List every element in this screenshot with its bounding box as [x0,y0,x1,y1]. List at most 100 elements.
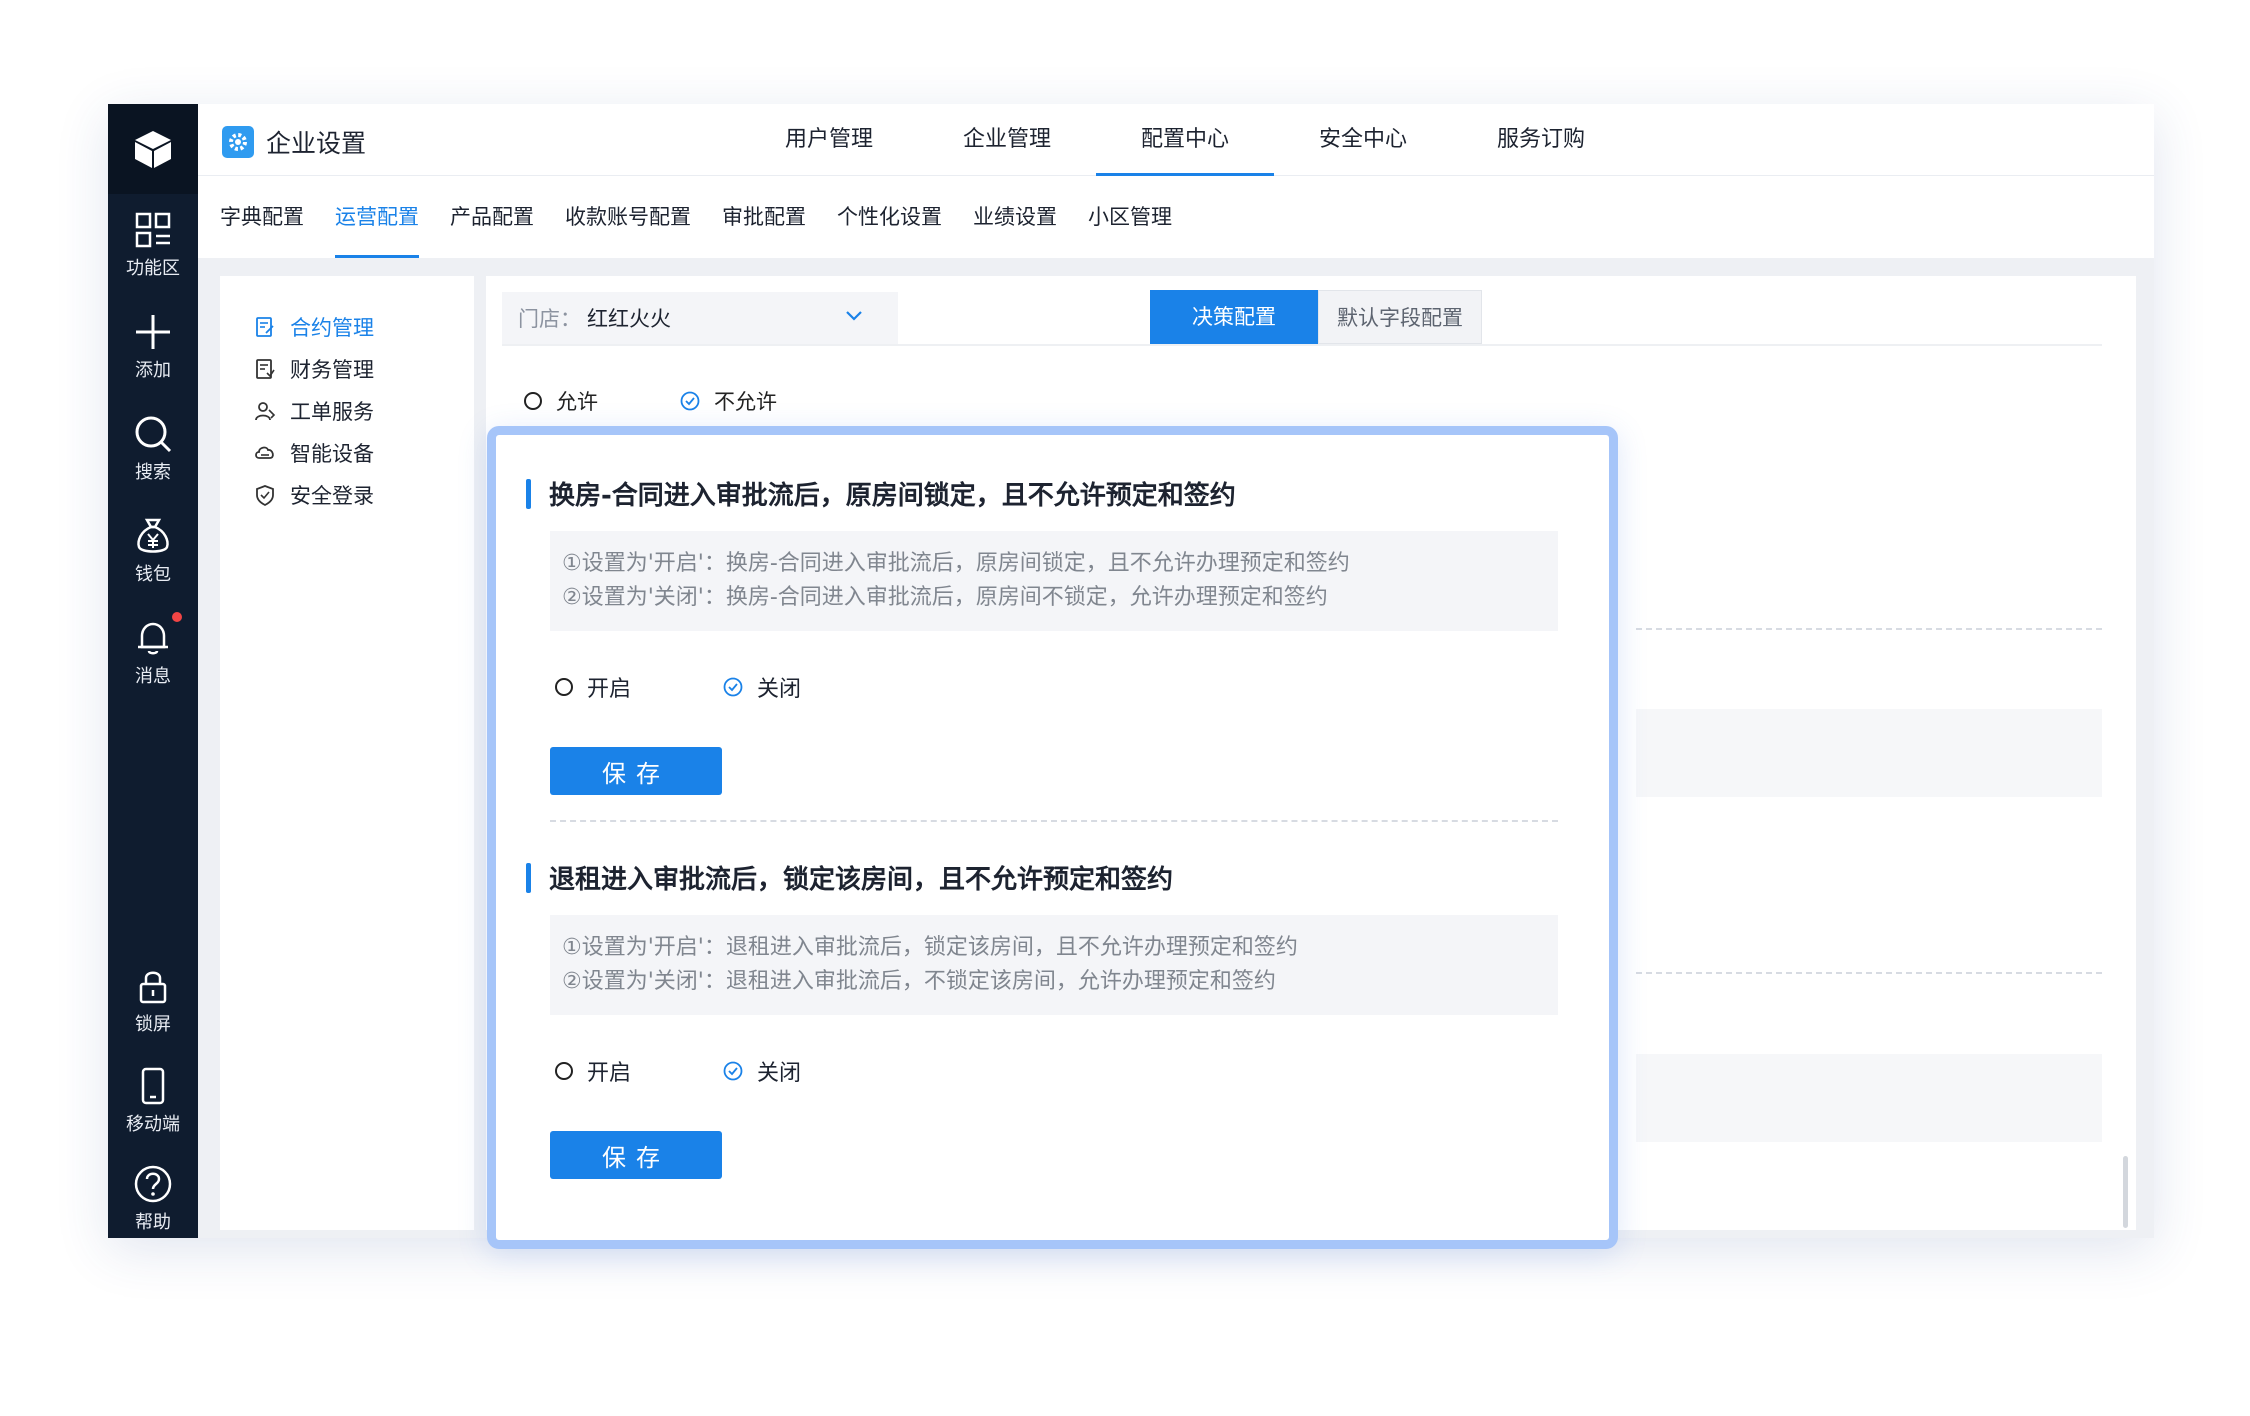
menu-contract-management[interactable]: 合约管理 [254,312,374,342]
menu-label: 工单服务 [290,400,374,424]
rail-item-mobile[interactable]: 移动端 [108,1066,198,1136]
radio-empty-icon [555,1062,573,1080]
tab-product-config[interactable]: 产品配置 [450,176,534,258]
top-nav: 用户管理 企业管理 配置中心 安全中心 服务订购 [740,104,1630,176]
menu-finance-management[interactable]: 财务管理 [254,354,374,384]
radio-on-label: 开启 [587,677,632,702]
section-description: ①设置为'开启'：换房-合同进入审批流后，原房间锁定，且不允许办理预定和签约 ②… [550,531,1558,631]
menu-work-order-service[interactable]: 工单服务 [254,396,374,426]
desc-line-1: ①设置为'开启'：换房-合同进入审批流后，原房间锁定，且不允许办理预定和签约 [562,551,1350,576]
tab-approval-config[interactable]: 审批配置 [722,176,806,258]
mobile-icon [141,1067,165,1105]
desc-line-2: ②设置为'关闭'：换房-合同进入审批流后，原房间不锁定，允许办理预定和签约 [562,585,1328,610]
store-select[interactable]: 门店： 红红火火 [502,292,898,344]
radio-off[interactable]: 关闭 [723,671,801,703]
nav-config-center[interactable]: 配置中心 [1096,104,1274,176]
sub-tab-bar: 字典配置 运营配置 产品配置 收款账号配置 审批配置 个性化设置 业绩设置 小区… [198,176,2154,258]
left-rail: 功能区 添加 搜索 钱包 消息 锁屏 移动端 帮助 [108,104,198,1238]
radio-on[interactable]: 开启 [555,1055,631,1087]
rail-label-add: 添加 [135,360,171,381]
shield-icon [256,485,274,506]
tab-personalization[interactable]: 个性化设置 [837,176,942,258]
background-divider [1636,972,2102,974]
tab-dictionary-config[interactable]: 字典配置 [220,176,304,258]
money-bag-icon [137,518,169,553]
section-title: 换房-合同进入审批流后，原房间锁定，且不允许预定和签约 [526,475,1236,512]
rail-item-functions[interactable]: 功能区 [108,210,198,280]
rail-item-help[interactable]: 帮助 [108,1164,198,1234]
section-radio-group: 开启 关闭 [555,671,801,703]
radio-allow-label: 允许 [556,390,598,414]
section-title: 退租进入审批流后，锁定该房间，且不允许预定和签约 [526,859,1173,896]
radio-deny-label: 不允许 [714,390,777,414]
rail-label-mobile: 移动端 [126,1114,180,1135]
section-divider [550,820,1558,822]
radio-checked-icon [680,391,700,411]
tab-decision-config[interactable]: 决策配置 [1150,290,1318,344]
nav-user-management[interactable]: 用户管理 [740,104,918,176]
radio-on-label: 开启 [587,1061,632,1086]
search-icon [135,416,172,453]
finance-doc-icon [256,359,275,379]
save-button[interactable]: 保存 [550,1131,722,1179]
tab-community-management[interactable]: 小区管理 [1088,176,1172,258]
cube-logo-icon [135,131,171,168]
radio-on[interactable]: 开启 [555,671,631,703]
plus-icon [136,315,170,349]
rail-label-wallet: 钱包 [135,564,171,585]
section-title-text: 换房-合同进入审批流后，原房间锁定，且不允许预定和签约 [549,481,1236,511]
radio-deny[interactable]: 不允许 [680,386,777,416]
app-logo[interactable] [108,104,198,194]
divider [502,344,2102,346]
menu-smart-devices[interactable]: 智能设备 [254,438,374,468]
title-accent-bar [526,478,531,509]
help-icon [134,1165,172,1203]
worker-icon [255,402,276,421]
nav-enterprise-management[interactable]: 企业管理 [918,104,1096,176]
brand: 企业设置 [222,124,366,160]
background-desc-box [1636,1054,2102,1142]
section-description: ①设置为'开启'：退租进入审批流后，锁定该房间，且不允许办理预定和签约 ②设置为… [550,915,1558,1015]
tab-default-field-config[interactable]: 默认字段配置 [1318,290,1482,344]
left-menu: 合约管理 财务管理 工单服务 智能设备 安全登录 [220,276,474,1230]
rail-item-messages[interactable]: 消息 [108,612,198,688]
bell-icon [138,622,168,655]
rail-item-add[interactable]: 添加 [108,312,198,382]
contract-icon [256,317,274,337]
rail-item-search[interactable]: 搜索 [108,414,198,484]
tab-payment-account-config[interactable]: 收款账号配置 [565,176,691,258]
radio-off-label: 关闭 [757,1061,802,1086]
rail-item-wallet[interactable]: 钱包 [108,516,198,586]
rail-label-functions: 功能区 [126,258,180,279]
background-option-row: 允许 不允许 [524,386,777,416]
config-segment: 决策配置 默认字段配置 [1150,290,1482,344]
radio-empty-icon [524,392,542,410]
menu-label: 智能设备 [290,442,374,466]
save-button[interactable]: 保存 [550,747,722,795]
menu-label: 安全登录 [290,484,374,508]
rail-item-lock[interactable]: 锁屏 [108,966,198,1036]
tab-performance-settings[interactable]: 业绩设置 [973,176,1057,258]
nav-security-center[interactable]: 安全中心 [1274,104,1452,176]
background-divider [1636,628,2102,630]
radio-off-label: 关闭 [757,677,802,702]
scrollbar-thumb[interactable] [2123,1156,2128,1228]
nav-service-subscription[interactable]: 服务订购 [1452,104,1630,176]
radio-checked-icon [723,1061,743,1081]
background-desc-box [1636,709,2102,797]
menu-secure-login[interactable]: 安全登录 [254,480,374,510]
radio-allow[interactable]: 允许 [524,386,598,416]
top-header: 企业设置 用户管理 企业管理 配置中心 安全中心 服务订购 [198,104,2154,176]
grid-icon [135,212,171,248]
desc-line-2: ②设置为'关闭'：退租进入审批流后，不锁定该房间，允许办理预定和签约 [562,969,1276,994]
rail-label-help: 帮助 [135,1212,171,1233]
tab-operation-config[interactable]: 运营配置 [335,176,419,258]
rail-label-lock: 锁屏 [135,1014,171,1035]
rail-label-messages: 消息 [135,666,171,687]
radio-off[interactable]: 关闭 [723,1055,801,1087]
section-title-text: 退租进入审批流后，锁定该房间，且不允许预定和签约 [549,865,1174,895]
unread-dot [172,612,182,622]
section-radio-group: 开启 关闭 [555,1055,801,1087]
title-accent-bar [526,862,531,893]
chevron-down-icon [846,311,862,321]
